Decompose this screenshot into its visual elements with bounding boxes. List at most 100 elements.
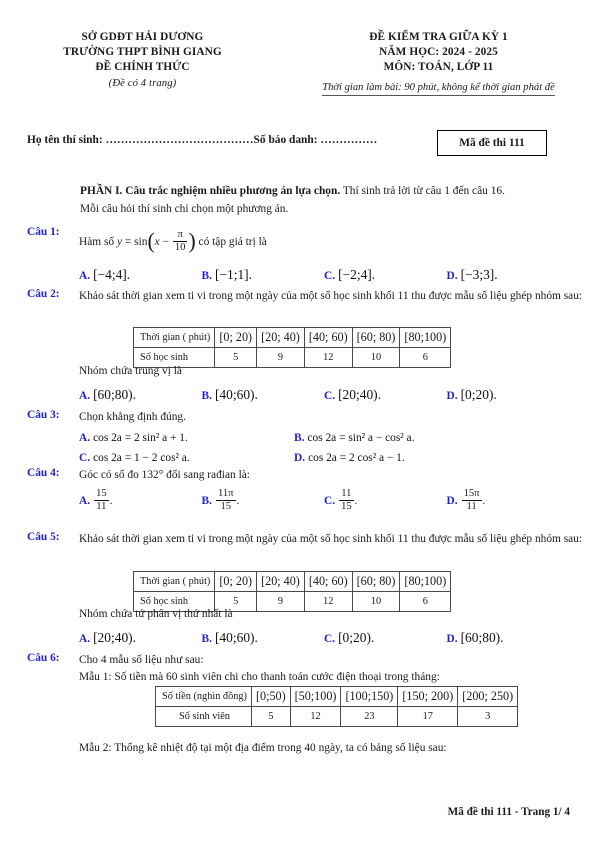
money-count-0: 5 <box>250 706 291 727</box>
option-c[interactable]: C. [20;40). <box>324 385 447 405</box>
option-c-letter: C. <box>324 495 336 508</box>
question-5-label: Câu 5: <box>27 531 60 543</box>
option-d[interactable]: D. [60;80). <box>447 628 570 648</box>
option-c[interactable]: C. [0;20). <box>324 628 447 648</box>
question-4-label: Câu 4: <box>27 467 60 479</box>
question-2-options: A. [60;80). B. [40;60). C. [20;40). D. [0;20… <box>79 385 569 405</box>
candidate-row: Họ tên thí sinh: …………………………………Số báo dan… <box>27 130 572 158</box>
option-a-numerator: 15 <box>96 488 107 500</box>
option-a-letter: A. <box>79 495 91 508</box>
money-count-4: 3 <box>457 706 519 727</box>
option-d[interactable]: D. [0;20). <box>447 385 570 405</box>
option-c-numerator: 11 <box>341 488 352 500</box>
school-name: TRƯỜNG THPT BÌNH GIANG <box>63 46 222 59</box>
option-d-value: [0;20). <box>460 387 497 403</box>
question-5-sub-body: Nhóm chứa tứ phân vị thứ nhất là A. [20;4… <box>79 606 587 648</box>
option-d[interactable]: D. 15π 11. <box>446 488 570 514</box>
money-bin-3: [150; 200) <box>397 686 459 707</box>
option-c-value: [0;20). <box>338 630 375 646</box>
tv2-bin-1: [20; 40) <box>256 571 305 592</box>
part-1-intro: PHẦN I. Câu trắc nghiệm nhiều phương án … <box>80 183 572 218</box>
duration-note-wrap: Thời gian làm bài: 90 phút, không kể thờ… <box>285 75 592 97</box>
option-d[interactable]: D. cos 2a = 2 cos² a − 1. <box>294 450 509 467</box>
candidate-name-line[interactable]: Họ tên thí sinh: …………………………………Số báo dan… <box>27 134 377 146</box>
option-c-letter: C. <box>324 390 336 403</box>
option-b-value: [40;60). <box>214 630 258 646</box>
option-d-value: [−3;3]. <box>460 267 498 283</box>
option-a[interactable]: A. 15 11. <box>79 488 202 514</box>
question-1-options: A. [−4;4]. B. [−1;1]. C. [−2;4]. D. [−3;3]. <box>79 265 569 285</box>
option-c-value: cos 2a = 1 − 2 cos² a. <box>93 452 190 465</box>
option-b[interactable]: B. [40;60). <box>202 385 325 405</box>
money-count-1: 12 <box>289 706 342 727</box>
question-1-stem-post: có tập giá trị là <box>195 235 267 248</box>
option-b-letter: B. <box>201 495 212 508</box>
header-school-block: SỞ GDĐT HẢI DƯƠNG TRƯỜNG THPT BÌNH GIANG… <box>0 30 285 96</box>
option-b[interactable]: B. cos 2a = sin² a − cos² a. <box>294 430 509 447</box>
part-1-title: PHẦN I. Câu trắc nghiệm nhiều phương án … <box>80 185 341 197</box>
money-bin-1: [50;100) <box>289 686 342 707</box>
option-a-letter: A. <box>79 432 91 445</box>
option-c-letter: C. <box>324 633 336 646</box>
money-bin-0: [0;50) <box>250 686 291 707</box>
option-a[interactable]: A. [60;80). <box>79 385 202 405</box>
duration-note: Thời gian làm bài: 90 phút, không kể thờ… <box>322 77 555 97</box>
option-c-denominator: 15 <box>339 499 354 512</box>
option-d[interactable]: D. [−3;3]. <box>447 265 570 285</box>
question-3-stem: Chọn khẳng định đúng. <box>79 411 186 423</box>
option-b[interactable]: B. [−1;1]. <box>202 265 325 285</box>
question-5-options: A. [20;40). B. [40;60). C. [0;20). D. [60;80… <box>79 628 569 648</box>
question-6-sample-2: Mẫu 2: Thống kê nhiệt độ tại một địa điể… <box>79 742 447 754</box>
option-c-value: [−2;4]. <box>338 267 376 283</box>
question-5-stem: Khảo sát thời gian xem ti vi trong một n… <box>79 533 583 545</box>
question-6-sample-1: Mẫu 1: Số tiền mà 60 sinh viên chi cho t… <box>79 671 440 684</box>
money-bin-2: [100;150) <box>340 686 399 707</box>
money-bin-4: [200; 250) <box>457 686 519 707</box>
option-c-letter: C. <box>79 452 91 465</box>
question-3-label: Câu 3: <box>27 409 60 421</box>
option-d-value: cos 2a = 2 cos² a − 1. <box>308 452 405 465</box>
question-2-stem: Khảo sát thời gian xem ti vi trong một n… <box>79 290 583 302</box>
question-2-sub-body: Nhóm chứa trung vị là A. [60;80). B. [40;6… <box>79 363 587 405</box>
tv2-bin-2: [40; 60) <box>303 571 353 592</box>
question-4-body: Góc có số đo 132° đổi sang rađian là: A.… <box>79 467 587 514</box>
option-b-letter: B. <box>201 390 212 403</box>
document-header: SỞ GDĐT HẢI DƯƠNG TRƯỜNG THPT BÌNH GIANG… <box>0 30 592 97</box>
option-d-letter: D. <box>446 270 458 283</box>
question-1-label: Câu 1: <box>27 226 60 238</box>
question-1-stem-pre: Hàm số <box>79 235 117 248</box>
option-b-letter: B. <box>294 432 305 445</box>
option-c-value: [20;40). <box>338 387 381 403</box>
question-3-options-row2: C. cos 2a = 1 − 2 cos² a. D. cos 2a = 2 co… <box>79 450 509 467</box>
option-d-fraction: 15π 11 <box>461 488 482 513</box>
tv1-bin-0: [0; 20) <box>214 327 258 348</box>
option-c[interactable]: C. [−2;4]. <box>324 265 447 285</box>
option-a[interactable]: A. cos 2a = 2 sin² a + 1. <box>79 430 294 447</box>
option-a-denominator: 11 <box>94 499 109 513</box>
option-b-value: [−1;1]. <box>214 267 253 283</box>
option-d-letter: D. <box>294 452 306 465</box>
table-row: Số sinh viên 5 12 23 17 3 <box>155 706 519 727</box>
question-4-stem: Góc có số đo 132° đổi sang rađian là: <box>79 469 250 481</box>
option-c[interactable]: C. cos 2a = 1 − 2 cos² a. <box>79 450 294 467</box>
option-a-value: cos 2a = 2 sin² a + 1. <box>93 432 188 445</box>
table-tv-1: Thời gian ( phút) [0; 20) [20; 40) [40; … <box>132 327 452 368</box>
option-b[interactable]: B. 11π 15. <box>201 488 325 514</box>
option-c-letter: C. <box>324 270 336 283</box>
option-a[interactable]: A. [20;40). <box>79 628 202 648</box>
option-d-letter: D. <box>446 495 458 508</box>
option-a[interactable]: A. [−4;4]. <box>79 265 202 285</box>
tv1-bin-4: [80;100) <box>399 327 452 348</box>
question-1-body: Hàm số y = sin(x − π 10) có tập giá trị l… <box>79 226 587 286</box>
tv2-bin-4: [80;100) <box>399 571 452 592</box>
tv1-header-time: Thời gian ( phút) <box>132 327 216 348</box>
page-footer: Mã đề thi 111 - Trang 1/ 4 <box>447 806 570 818</box>
question-3-options-row1: A. cos 2a = 2 sin² a + 1. B. cos 2a = sin²… <box>79 430 509 447</box>
option-b[interactable]: B. [40;60). <box>202 628 325 648</box>
option-a-letter: A. <box>79 270 91 283</box>
option-c[interactable]: C. 11 15. <box>324 488 447 514</box>
option-a-letter: A. <box>79 390 91 403</box>
question-1-stem: Hàm số y = sin(x − π 10) có tập giá trị l… <box>79 228 267 253</box>
official-exam-label: ĐỀ CHÍNH THỨC <box>95 61 190 74</box>
header-exam-block: ĐỀ KIỂM TRA GIỮA KỲ 1 NĂM HỌC: 2024 - 20… <box>285 30 592 97</box>
